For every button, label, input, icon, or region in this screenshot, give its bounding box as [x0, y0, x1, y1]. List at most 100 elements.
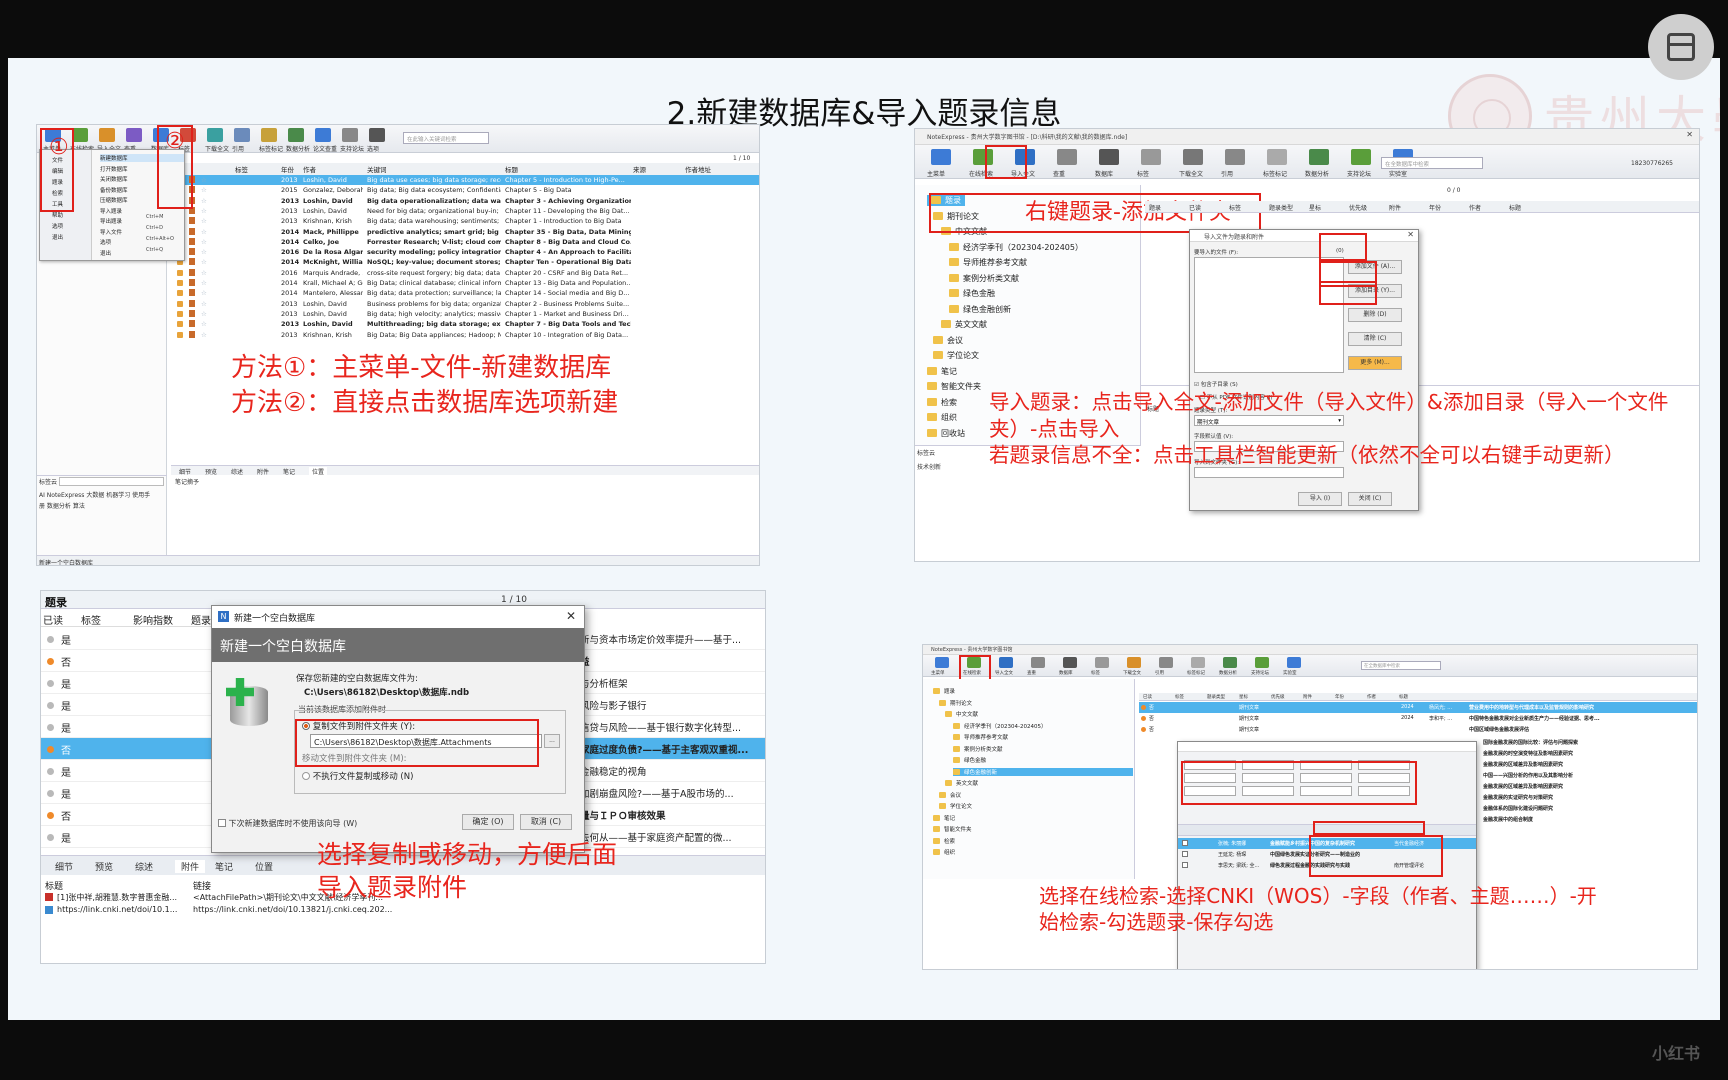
table-row[interactable]: ☆ 2013 Loshin, David Big data operationaliz…: [171, 196, 759, 206]
dialog-button-3[interactable]: 清除 (C): [1348, 332, 1402, 346]
tree-item[interactable]: 组织: [933, 848, 955, 856]
tree-item[interactable]: 期刊论文: [939, 699, 972, 707]
menu-item[interactable]: 选项: [52, 222, 63, 230]
menu-item[interactable]: 关闭数据库: [100, 175, 128, 183]
q4-toolbar-10-icon[interactable]: [1255, 657, 1269, 668]
tab-4[interactable]: 笔记: [283, 467, 295, 476]
q2-toolbar-9-icon[interactable]: [1309, 149, 1329, 165]
tree-item[interactable]: 绿色金融创新: [953, 767, 1133, 776]
list-item[interactable]: 金融发展的实证研究与对策研究: [1483, 794, 1553, 801]
toolbar-10-icon[interactable]: [315, 128, 331, 142]
q2-search-input[interactable]: 在全数据库中检索: [1381, 157, 1483, 169]
q2-toolbar-10-icon[interactable]: [1351, 149, 1371, 165]
tab-1[interactable]: 预览: [95, 860, 113, 873]
q2-import-button[interactable]: 导入 (I): [1298, 492, 1342, 506]
tab-3[interactable]: 附件: [175, 860, 206, 873]
tree-item[interactable]: 笔记: [927, 366, 957, 377]
tree-item[interactable]: 题录: [933, 687, 955, 695]
q4-toolbar-5-icon[interactable]: [1095, 657, 1109, 668]
menu-item[interactable]: 导入题录: [100, 207, 122, 215]
q3-dialog-close-icon[interactable]: ✕: [566, 609, 576, 623]
tab-1[interactable]: 预览: [205, 467, 217, 476]
tab-2[interactable]: 综述: [231, 467, 243, 476]
tab-0[interactable]: 细节: [179, 467, 191, 476]
q2-toolbar-4-icon[interactable]: [1099, 149, 1119, 165]
q2-toolbar-5-icon[interactable]: [1141, 149, 1161, 165]
toolbar-12-icon[interactable]: [369, 128, 385, 142]
table-row[interactable]: ☆ 2014 Mantelero, Alessand... Big data; dat…: [171, 288, 759, 298]
tree-item[interactable]: 回收站: [927, 428, 965, 439]
table-row[interactable]: ☆ 2014 Celko, Joe Forrester Research; V-lis…: [171, 237, 759, 247]
q4-toolbar-7-icon[interactable]: [1159, 657, 1173, 668]
list-item[interactable]: 金融发展的时空演变特征及影响因素研究: [1483, 750, 1573, 757]
tree-item[interactable]: 英文文献: [945, 779, 978, 787]
table-row[interactable]: ☆ 2014 McKnight, William NoSQL; key-value; …: [171, 257, 759, 267]
q2-check1[interactable]: ☑ 包含子目录 (S): [1194, 380, 1238, 388]
list-item[interactable]: 票收益: [561, 654, 765, 668]
tree-item[interactable]: 英文文献: [941, 319, 987, 330]
menu-item[interactable]: 导出题录: [100, 217, 122, 225]
tree-item[interactable]: 导师推荐参考文献: [949, 257, 1027, 268]
table-row[interactable]: ☆ 2015 Gonzalez, Deborah Big data; Big data…: [171, 185, 759, 195]
q2-toolbar-7-icon[interactable]: [1225, 149, 1245, 165]
q4-toolbar-6-icon[interactable]: [1127, 657, 1141, 668]
q4-toolbar-3-icon[interactable]: [1031, 657, 1045, 668]
tree-item[interactable]: 智能文件夹: [933, 825, 972, 833]
q2-tag1[interactable]: 技术创新: [917, 462, 941, 471]
tree-item[interactable]: 绿色金融创新: [949, 304, 1011, 315]
tree-item[interactable]: 检索: [927, 397, 957, 408]
menu-item[interactable]: 选项: [100, 238, 111, 246]
list-item[interactable]: 中国——兴国分析的作用以及其影响分析: [1483, 772, 1573, 779]
tab-2[interactable]: 综述: [135, 860, 153, 873]
list-item[interactable]: 影响家庭过度负债?——基于主客观双重视...: [561, 739, 765, 759]
menu-item[interactable]: 压缩数据库: [100, 196, 128, 204]
menu-item[interactable]: 退出: [52, 233, 63, 241]
q2-close-icon[interactable]: ✕: [1686, 130, 1693, 139]
toolbar-3-icon[interactable]: [126, 128, 142, 142]
tab-5[interactable]: 位置: [255, 860, 273, 873]
dialog-button-4[interactable]: 更多 (M)...: [1348, 356, 1402, 370]
table-row[interactable]: ☆ 2013 Krishnan, Krish Big Data; Big Data a…: [171, 330, 759, 340]
tree-item[interactable]: 学位论文: [939, 802, 972, 810]
table-row[interactable]: ☆ 2013 Loshin, David Need for big data; org…: [171, 206, 759, 216]
tab-3[interactable]: 附件: [257, 467, 269, 476]
link-row[interactable]: https://link.cnki.net/doi/10.1... https:/…: [41, 904, 765, 917]
tab-4[interactable]: 笔记: [215, 860, 233, 873]
table-row[interactable]: ☆ 2014 Krall, Michael A; Gon... Big Data; c…: [171, 278, 759, 288]
tree-item[interactable]: 绿色金融: [953, 756, 986, 764]
q2-close-button[interactable]: 关闭 (C): [1348, 492, 1392, 506]
list-item[interactable]: 内涵与分析框架: [561, 676, 765, 690]
tree-item[interactable]: 中文文献: [945, 710, 978, 718]
list-item[interactable]: 金融发展的区域差异及影响因素研究: [1483, 761, 1563, 768]
list-item[interactable]: 选质量与ＩＰＯ审核效果: [561, 808, 765, 822]
tree-item[interactable]: 会议: [933, 335, 963, 346]
tree-item[interactable]: 经济学季刊（202304-202405）: [953, 722, 1046, 730]
toolbar-9-icon[interactable]: [288, 128, 304, 142]
q1-tags-search[interactable]: [59, 477, 164, 486]
toolbar-6-icon[interactable]: [207, 128, 223, 142]
tree-item[interactable]: 案例分析类文献: [949, 273, 1019, 284]
q3-browse-button[interactable]: ...: [544, 734, 560, 748]
table-row[interactable]: ☆ 2016 Marquis Andrade, ... cross-site requ…: [171, 268, 759, 278]
q4-toolbar-8-icon[interactable]: [1191, 657, 1205, 668]
table-row[interactable]: ☆ 2013 Loshin, David Multithreading; big da…: [171, 319, 759, 329]
list-item[interactable]: 金融发展中的组合制度: [1483, 816, 1533, 823]
toolbar-1-icon[interactable]: [72, 128, 88, 142]
q2-toolbar-3-icon[interactable]: [1057, 149, 1077, 165]
q4-toolbar-11-icon[interactable]: [1287, 657, 1301, 668]
list-item[interactable]: 国际金融发展的国际比较：评估与问题探索: [1483, 739, 1578, 746]
q4-toolbar-2-icon[interactable]: [999, 657, 1013, 668]
list-item[interactable]: 小微信贷与风险——基于银行数字化转型...: [561, 720, 765, 734]
q2-dialog-close-icon[interactable]: ✕: [1407, 230, 1414, 239]
tree-item[interactable]: 笔记: [933, 814, 955, 822]
menu-item[interactable]: 帮助: [52, 211, 63, 219]
list-item[interactable]: 尾部风险与影子银行: [561, 698, 765, 712]
tree-item[interactable]: 学位论文: [933, 350, 979, 361]
q3-opt-none[interactable]: 不执行文件复制或移动 (N): [302, 770, 413, 782]
layout-toggle-button[interactable]: [1648, 14, 1714, 80]
q3-cancel-button[interactable]: 取消 (C): [520, 814, 572, 830]
tree-item[interactable]: 导师推荐参考文献: [953, 733, 1008, 741]
table-row[interactable]: ☆ 2013 Loshin, David Business problems for …: [171, 299, 759, 309]
list-item[interactable]: 是否加剧崩盘风险?——基于A股市场的...: [561, 786, 765, 800]
table-row[interactable]: 否 期刊文章 中国区域绿色金融发展评估: [1139, 724, 1697, 735]
